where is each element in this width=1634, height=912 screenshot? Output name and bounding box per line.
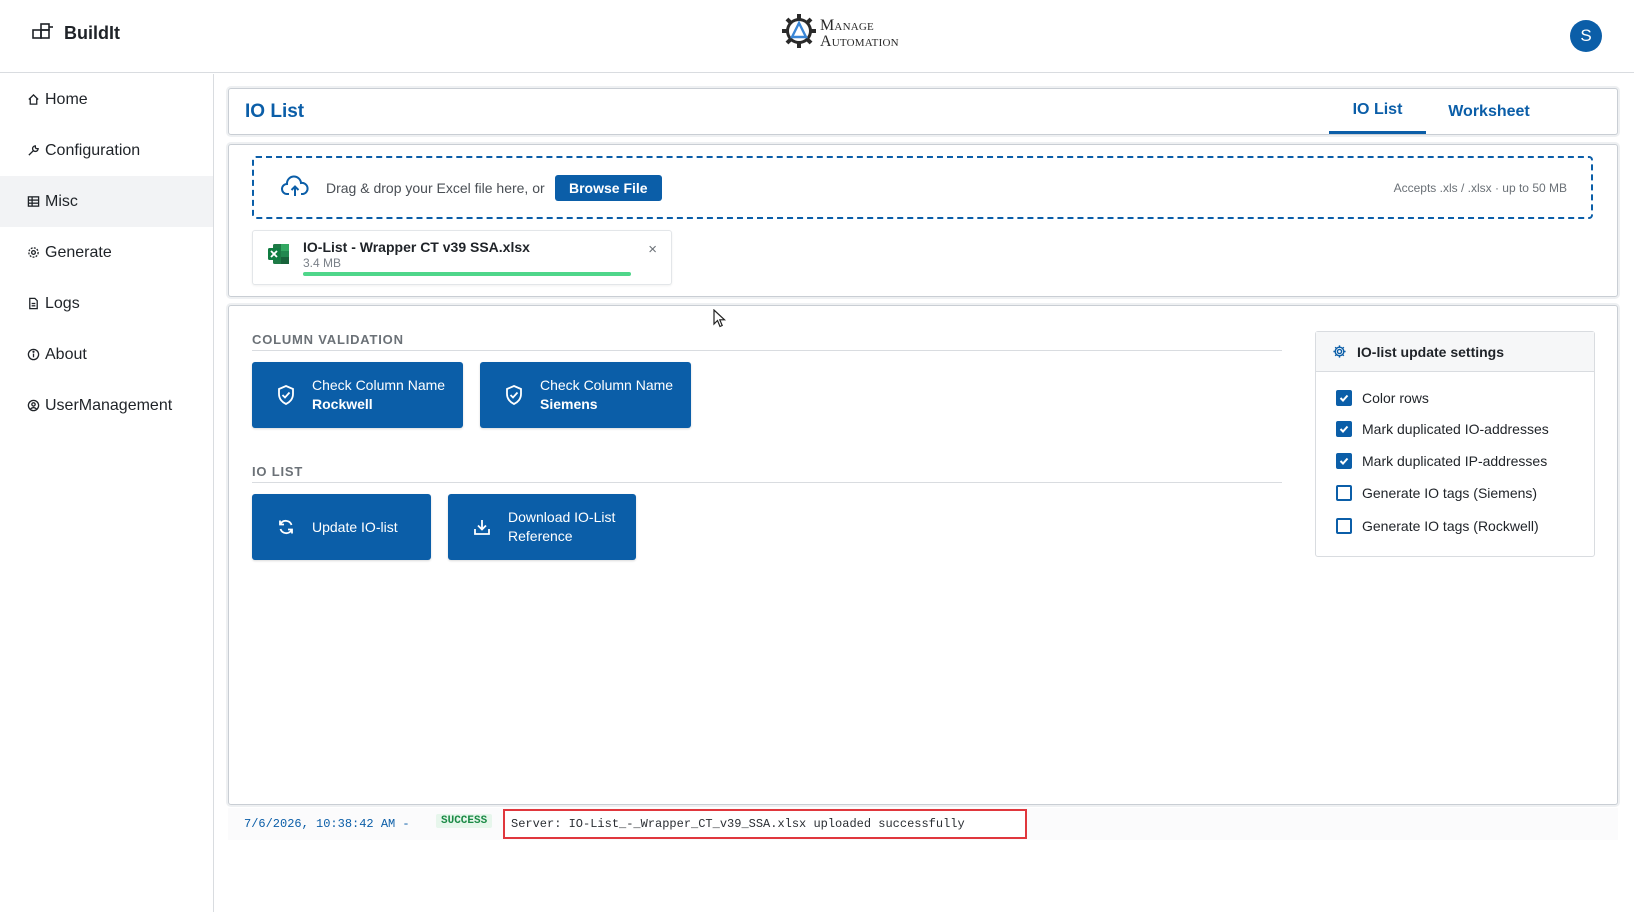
sidebar-item-configuration[interactable]: Configuration bbox=[0, 125, 213, 176]
option-label: Color rows bbox=[1362, 390, 1429, 406]
file-size: 3.4 MB bbox=[303, 256, 342, 270]
sidebar-item-label: Configuration bbox=[45, 141, 141, 159]
table-icon bbox=[25, 194, 41, 210]
checkbox-unchecked[interactable] bbox=[1336, 518, 1352, 534]
gear-logo-icon bbox=[780, 12, 818, 55]
document-icon bbox=[25, 296, 41, 312]
button-label-line2: Reference bbox=[508, 528, 573, 544]
excel-file-icon bbox=[267, 242, 291, 271]
checkbox-checked[interactable] bbox=[1336, 453, 1352, 469]
user-avatar[interactable]: S bbox=[1570, 20, 1602, 52]
page-title: IO List bbox=[245, 101, 305, 122]
button-label-line1: Check Column Name bbox=[312, 377, 446, 393]
tab-worksheet[interactable]: Worksheet bbox=[1439, 89, 1539, 134]
app-name: BuildIt bbox=[64, 23, 120, 43]
section-divider bbox=[252, 482, 1282, 483]
checkbox-checked[interactable] bbox=[1336, 390, 1352, 406]
sidebar: Home Configuration Misc Generate Logs Ab… bbox=[0, 74, 214, 912]
sidebar-item-label: Misc bbox=[45, 192, 78, 210]
option-generate-io-tags-rockwell[interactable]: Generate IO tags (Rockwell) bbox=[1336, 518, 1539, 534]
status-badge: SUCCESS bbox=[436, 814, 493, 828]
sidebar-item-logs[interactable]: Logs bbox=[0, 278, 213, 329]
sidebar-item-misc[interactable]: Misc bbox=[0, 176, 213, 227]
update-io-list-button[interactable]: Update IO-list bbox=[252, 494, 431, 560]
upload-panel: Drag & drop your Excel file here, or Bro… bbox=[228, 144, 1618, 297]
sidebar-item-label: UserManagement bbox=[45, 396, 173, 414]
checkbox-unchecked[interactable] bbox=[1336, 485, 1352, 501]
button-label-line1: Download IO-List bbox=[508, 509, 616, 525]
checkbox-checked[interactable] bbox=[1336, 421, 1352, 437]
download-io-list-reference-button[interactable]: Download IO-List Reference bbox=[448, 494, 636, 560]
download-icon bbox=[470, 515, 494, 539]
blocks-icon bbox=[32, 22, 54, 45]
shield-check-icon bbox=[274, 383, 298, 407]
column-validation-heading: COLUMN VALIDATION bbox=[252, 332, 404, 347]
option-label: Mark duplicated IO-addresses bbox=[1362, 421, 1549, 437]
tab-io-list[interactable]: IO List bbox=[1329, 89, 1426, 134]
button-label-line2: Rockwell bbox=[312, 396, 373, 412]
cloud-upload-icon bbox=[281, 175, 309, 204]
remove-file-button[interactable]: × bbox=[648, 241, 657, 258]
option-label: Mark duplicated IP-addresses bbox=[1362, 453, 1548, 469]
sidebar-item-generate[interactable]: Generate bbox=[0, 227, 213, 278]
button-label-line1: Check Column Name bbox=[540, 377, 674, 393]
option-mark-duplicated-io-addresses[interactable]: Mark duplicated IO-addresses bbox=[1336, 421, 1549, 437]
sidebar-item-label: Generate bbox=[45, 243, 112, 261]
shield-check-icon bbox=[502, 383, 526, 407]
home-icon bbox=[25, 92, 41, 108]
logo-line-1: Manage bbox=[820, 16, 874, 34]
upload-progress-fill bbox=[303, 272, 631, 276]
io-list-heading: IO LIST bbox=[252, 464, 304, 479]
wrench-icon bbox=[25, 143, 41, 159]
option-label: Generate IO tags (Siemens) bbox=[1362, 485, 1538, 501]
log-entry: 7/6/2026, 10:38:42 AM - SUCCESS Server: … bbox=[228, 808, 1618, 840]
upload-progress-bar bbox=[303, 272, 631, 276]
top-bar: BuildIt Manage Automation S bbox=[0, 0, 1634, 73]
option-mark-duplicated-ip-addresses[interactable]: Mark duplicated IP-addresses bbox=[1336, 453, 1547, 469]
page-header: IO List IO List Worksheet bbox=[228, 88, 1618, 135]
browse-file-button[interactable]: Browse File bbox=[555, 175, 662, 201]
sidebar-item-home[interactable]: Home bbox=[0, 74, 213, 125]
sidebar-item-usermanagement[interactable]: UserManagement bbox=[0, 380, 213, 431]
log-timestamp: 7/6/2026, 10:38:42 AM - bbox=[244, 817, 410, 831]
dropzone-text: Drag & drop your Excel file here, or bbox=[326, 180, 545, 196]
company-logo: Manage Automation bbox=[780, 12, 899, 55]
option-color-rows[interactable]: Color rows bbox=[1336, 390, 1429, 406]
settings-header: IO-list update settings bbox=[1316, 332, 1594, 372]
gear-icon bbox=[25, 245, 41, 261]
settings-title: IO-list update settings bbox=[1357, 343, 1505, 360]
button-label: Update IO-list bbox=[312, 518, 398, 535]
io-list-settings-box: IO-list update settings Color rows Mark … bbox=[1315, 331, 1595, 557]
uploaded-file-card: IO-List - Wrapper CT v39 SSA.xlsx 3.4 MB… bbox=[252, 230, 672, 285]
file-dropzone[interactable]: Drag & drop your Excel file here, or Bro… bbox=[252, 156, 1593, 219]
check-column-siemens-button[interactable]: Check Column Name Siemens bbox=[480, 362, 691, 428]
info-icon bbox=[25, 347, 41, 363]
button-label-line2: Siemens bbox=[540, 396, 598, 412]
user-circle-icon bbox=[25, 398, 41, 414]
refresh-icon bbox=[274, 515, 298, 539]
accepted-formats: Accepts .xls / .xlsx · up to 50 MB bbox=[1393, 181, 1567, 195]
logo-line-2: Automation bbox=[820, 32, 899, 50]
actions-panel: COLUMN VALIDATION Check Column Name Rock… bbox=[228, 305, 1618, 805]
option-generate-io-tags-siemens[interactable]: Generate IO tags (Siemens) bbox=[1336, 485, 1537, 501]
check-column-rockwell-button[interactable]: Check Column Name Rockwell bbox=[252, 362, 463, 428]
mouse-cursor-icon bbox=[713, 308, 727, 334]
brand[interactable]: BuildIt bbox=[32, 22, 120, 45]
sidebar-item-label: About bbox=[45, 345, 87, 363]
option-label: Generate IO tags (Rockwell) bbox=[1362, 518, 1539, 534]
log-message: Server: IO-List_-_Wrapper_CT_v39_SSA.xls… bbox=[503, 809, 1027, 839]
sidebar-item-about[interactable]: About bbox=[0, 329, 213, 380]
sidebar-item-label: Home bbox=[45, 90, 88, 108]
sidebar-item-label: Logs bbox=[45, 294, 80, 312]
file-name: IO-List - Wrapper CT v39 SSA.xlsx bbox=[303, 239, 530, 255]
gear-icon bbox=[1332, 344, 1347, 359]
section-divider bbox=[252, 350, 1282, 351]
